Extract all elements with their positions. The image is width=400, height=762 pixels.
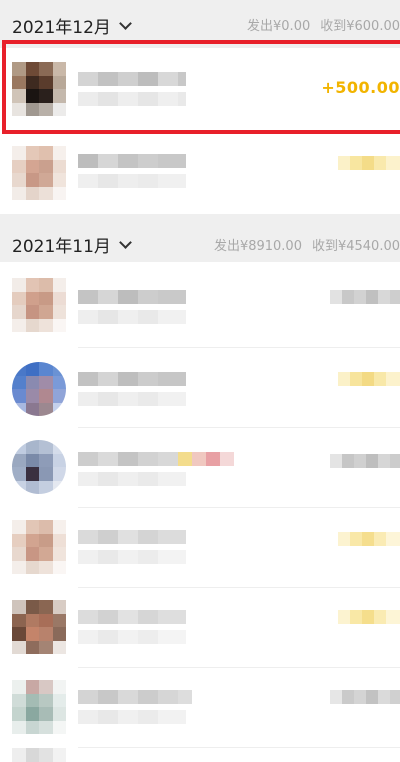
transaction-row[interactable] bbox=[0, 508, 400, 588]
contact-name-blurred bbox=[78, 690, 192, 704]
contact-name-blurred bbox=[78, 372, 186, 386]
sent-total: 发出¥0.00 bbox=[247, 19, 311, 34]
transaction-amount-blurred bbox=[338, 532, 400, 546]
avatar bbox=[12, 680, 66, 734]
month-title: 2021年11月 bbox=[12, 237, 111, 257]
chevron-down-icon bbox=[119, 235, 132, 249]
transaction-note-blurred bbox=[78, 174, 186, 188]
transaction-note-blurred bbox=[78, 392, 186, 406]
month-summary: 发出¥8910.00 收到¥4540.00 bbox=[210, 235, 400, 254]
sent-total: 发出¥8910.00 bbox=[213, 239, 302, 254]
month-summary: 发出¥0.00 收到¥600.00 bbox=[210, 15, 400, 34]
transaction-note-blurred bbox=[78, 472, 186, 486]
contact-name-blurred bbox=[78, 452, 234, 466]
transaction-row[interactable] bbox=[0, 668, 400, 748]
contact-name-blurred bbox=[78, 530, 186, 544]
transaction-note-blurred bbox=[78, 710, 186, 724]
month-header-november: 2021年11月 发出¥8910.00 收到¥4540.00 bbox=[0, 214, 400, 262]
transaction-amount-blurred bbox=[330, 290, 400, 304]
transaction-row[interactable] bbox=[0, 588, 400, 668]
avatar bbox=[12, 748, 66, 762]
transaction-amount-blurred bbox=[338, 156, 400, 170]
transaction-row[interactable] bbox=[0, 134, 400, 214]
avatar bbox=[12, 440, 66, 494]
transaction-row[interactable] bbox=[0, 428, 400, 508]
transaction-note-blurred bbox=[78, 630, 186, 644]
avatar bbox=[12, 278, 66, 332]
transaction-note-blurred bbox=[78, 310, 186, 324]
transaction-amount-blurred bbox=[330, 690, 400, 704]
avatar bbox=[12, 520, 66, 574]
month-title: 2021年12月 bbox=[12, 18, 111, 38]
transaction-row[interactable] bbox=[0, 748, 400, 762]
transaction-amount-blurred bbox=[330, 454, 400, 468]
month-selector[interactable]: 2021年12月 bbox=[12, 13, 132, 38]
avatar bbox=[12, 362, 66, 416]
month-selector[interactable]: 2021年11月 bbox=[12, 232, 132, 257]
transaction-note-blurred bbox=[78, 550, 186, 564]
avatar bbox=[12, 600, 66, 654]
highlight-box bbox=[2, 40, 400, 134]
contact-name-blurred bbox=[78, 290, 186, 304]
avatar bbox=[12, 146, 66, 200]
received-total: 收到¥4540.00 bbox=[311, 239, 400, 254]
transaction-row[interactable] bbox=[0, 268, 400, 348]
received-total: 收到¥600.00 bbox=[320, 19, 400, 34]
contact-name-blurred bbox=[78, 154, 186, 168]
transaction-row[interactable] bbox=[0, 348, 400, 428]
transaction-amount-blurred bbox=[338, 610, 400, 624]
chevron-down-icon bbox=[119, 16, 132, 30]
transaction-amount-blurred bbox=[338, 372, 400, 386]
contact-name-blurred bbox=[78, 610, 186, 624]
